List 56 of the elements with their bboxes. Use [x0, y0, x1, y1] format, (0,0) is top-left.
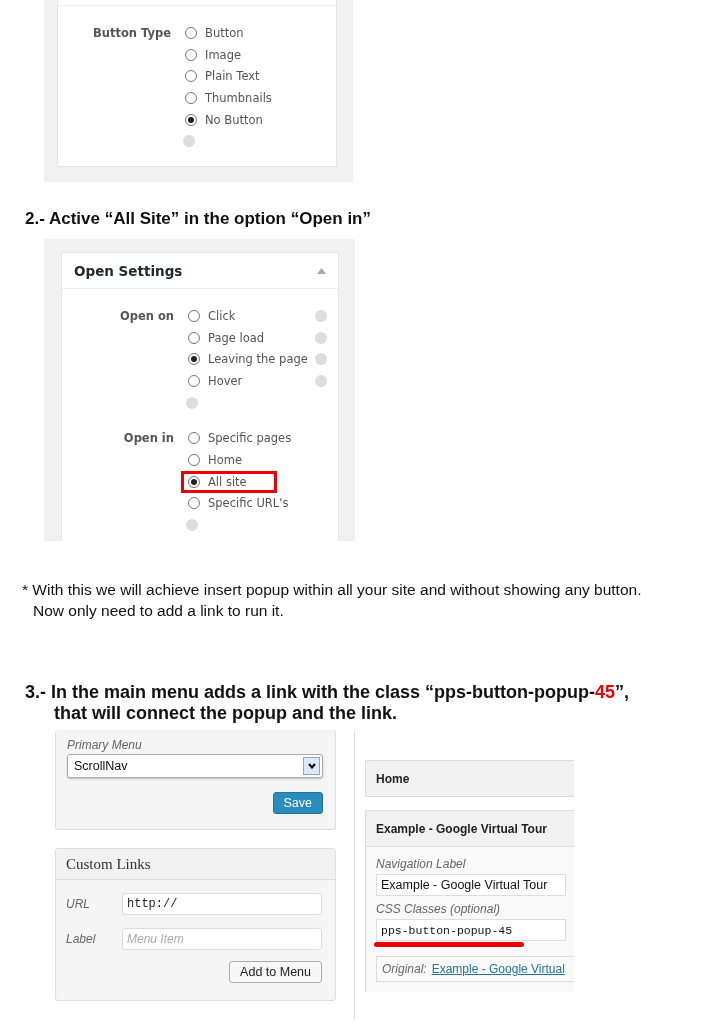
option-label: No Button	[205, 112, 263, 127]
step-heading: that will connect the popup and the link.	[53, 703, 398, 724]
field-label: Label	[66, 932, 97, 946]
field-label: Open on	[119, 308, 174, 325]
option-label: Leaving the page	[208, 352, 308, 367]
option-label: Specific URL's	[208, 496, 289, 511]
radio-button[interactable]	[185, 48, 197, 61]
note-text: * With this we will achieve insert popup within all your site and without showing any button.	[21, 580, 643, 600]
menu-item-header[interactable]: Home	[365, 760, 574, 797]
radio-button[interactable]	[185, 26, 197, 39]
option-label: Thumbnails	[205, 90, 272, 105]
field-label: CSS Classes (optional)	[376, 902, 502, 916]
option-label: All site	[208, 474, 247, 489]
menu-select[interactable]: ScrollNav	[67, 754, 323, 778]
option-label: Home	[208, 452, 242, 467]
menu-item-header[interactable]: Example - Google Virtual Tour	[365, 810, 574, 847]
radio-button[interactable]	[188, 432, 200, 445]
menu-item-title: Example - Google Virtual Tour	[376, 821, 547, 836]
add-to-menu-button[interactable]: Add to Menu	[229, 961, 322, 983]
field-label: Open in	[123, 430, 174, 448]
field-label: Navigation Label	[376, 857, 467, 871]
option-label: Click	[208, 308, 236, 323]
radio-button[interactable]	[188, 331, 200, 344]
original-link[interactable]: Example - Google Virtual	[431, 962, 565, 976]
field-label: Button Type	[92, 25, 171, 42]
field-label: Original:	[382, 962, 427, 976]
save-button[interactable]: Save	[272, 792, 323, 814]
radio-button[interactable]	[188, 475, 200, 488]
radio-button[interactable]	[188, 453, 200, 466]
option-label: Button	[205, 25, 244, 40]
step-heading: 2.- Active “All Site” in the option “Open in”	[24, 208, 372, 229]
panel-title: Custom Links	[66, 855, 151, 873]
input-field[interactable]: pps-button-popup-45	[376, 919, 566, 941]
step-heading: 3.- In the main menu adds a link with the class “pps-button-popup-45”,	[24, 682, 631, 703]
radio-button[interactable]	[188, 353, 200, 366]
radio-button[interactable]	[185, 113, 197, 126]
field-label: URL	[66, 897, 91, 911]
input-field[interactable]: Example - Google Virtual Tour	[376, 874, 566, 896]
radio-button[interactable]	[185, 91, 197, 104]
option-label: Page load	[208, 330, 265, 345]
option-label: Hover	[208, 373, 243, 388]
option-label: Specific pages	[208, 431, 292, 446]
panel-title: Open Settings	[74, 262, 183, 279]
chevron-icon	[307, 763, 316, 769]
radio-button[interactable]	[188, 374, 200, 387]
radio-button[interactable]	[188, 309, 200, 322]
field-label: Primary Menu	[67, 738, 143, 752]
collapse-icon[interactable]	[317, 267, 326, 274]
radio-button[interactable]	[185, 70, 197, 83]
input-field[interactable]: Menu Item	[122, 928, 322, 950]
menu-item-title: Home	[376, 771, 410, 786]
option-label: Image	[205, 47, 242, 62]
input-field[interactable]: http://	[122, 893, 322, 915]
option-label: Plain Text	[205, 69, 260, 84]
radio-button[interactable]	[188, 497, 200, 510]
note-text: Now only need to add a link to run it.	[32, 601, 285, 621]
